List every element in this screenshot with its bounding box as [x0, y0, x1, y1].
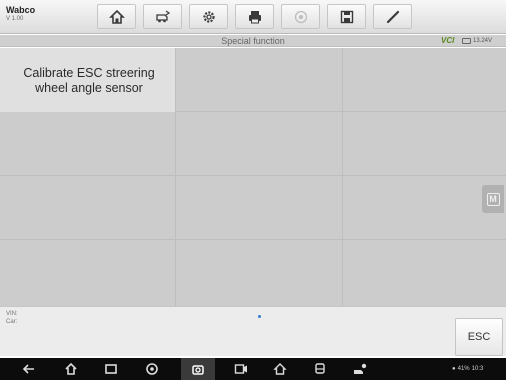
screen-record-button[interactable] [233, 361, 249, 377]
battery-percent: 41% [457, 366, 470, 372]
print-button[interactable] [235, 4, 274, 29]
android-home-icon [65, 362, 77, 375]
function-cell-empty [176, 240, 343, 306]
bus-icon [315, 363, 325, 374]
printer-icon [248, 10, 261, 23]
gear-icon [202, 10, 215, 23]
battery-voltage: 13.24V [462, 35, 492, 47]
vci-indicator: VCI [441, 36, 455, 45]
system-status: ● 41% 10:3 [452, 358, 483, 380]
title-bar: Special function VCI 13.24V [0, 35, 506, 47]
side-menu-label: M [486, 192, 500, 206]
android-home-button[interactable] [63, 361, 79, 377]
bus-button[interactable] [312, 361, 328, 377]
home-button[interactable] [97, 4, 136, 29]
top-toolbar: Wabco V 1.00 [0, 0, 506, 34]
vehicle-connect-button[interactable] [352, 361, 368, 377]
function-grid: Calibrate ESC streering wheel angle sens… [0, 48, 506, 306]
screen-record-icon [234, 364, 247, 374]
vehicle-connect-icon [354, 363, 367, 374]
android-nav-bar: ● 41% 10:3 [0, 358, 506, 380]
pen-icon [386, 10, 399, 23]
grid-row [0, 176, 506, 240]
save-button[interactable] [327, 4, 366, 29]
vehicle-home-button[interactable] [272, 361, 288, 377]
camera-button[interactable] [181, 358, 215, 380]
wifi-icon: ● [452, 366, 456, 372]
function-cell-empty [343, 112, 506, 176]
save-icon [340, 10, 353, 23]
function-cell-empty [176, 48, 343, 112]
battery-voltage-value: 13.24V [473, 38, 493, 44]
app-version: V 1.00 [6, 16, 24, 22]
back-button[interactable] [21, 361, 37, 377]
help-icon [294, 10, 307, 23]
home-icon [108, 9, 125, 24]
vehicle-home-icon [273, 363, 287, 375]
edit-button[interactable] [373, 4, 412, 29]
grid-row [0, 112, 506, 176]
function-label: Calibrate ESC streering wheel angle sens… [23, 66, 155, 95]
browser-button[interactable] [144, 361, 160, 377]
back-icon [22, 364, 34, 374]
function-cell-empty [176, 112, 343, 176]
page-title: Special function [221, 36, 285, 46]
vehicle-swap-icon [155, 10, 170, 22]
function-cell-empty [0, 176, 176, 240]
recent-apps-button[interactable] [103, 361, 119, 377]
page-indicator-dot [258, 315, 261, 318]
function-cell-empty [343, 48, 506, 112]
browser-icon [146, 363, 158, 375]
function-cell-empty [0, 240, 176, 306]
app-name: Wabco [6, 5, 36, 15]
settings-button[interactable] [189, 4, 228, 29]
car-label: Car: [6, 319, 18, 325]
function-cell-empty [343, 240, 506, 306]
function-cell-empty [0, 112, 176, 176]
vehicle-info-bar: VIN: Car: [0, 306, 506, 356]
clock: 10:3 [471, 366, 484, 372]
function-cell-calibrate-esc[interactable]: Calibrate ESC streering wheel angle sens… [0, 48, 176, 112]
battery-icon [462, 38, 471, 44]
camera-icon [192, 365, 204, 375]
side-menu-button[interactable]: M [482, 185, 504, 213]
brand: Wabco V 1.00 [6, 5, 36, 23]
recent-apps-icon [105, 364, 117, 374]
esc-button[interactable]: ESC [455, 318, 503, 356]
grid-row: Calibrate ESC streering wheel angle sens… [0, 48, 506, 112]
function-cell-empty [176, 176, 343, 240]
grid-row [0, 240, 506, 306]
help-button[interactable] [281, 4, 320, 29]
vehicle-swap-button[interactable] [143, 4, 182, 29]
vin-label: VIN: [6, 311, 18, 317]
